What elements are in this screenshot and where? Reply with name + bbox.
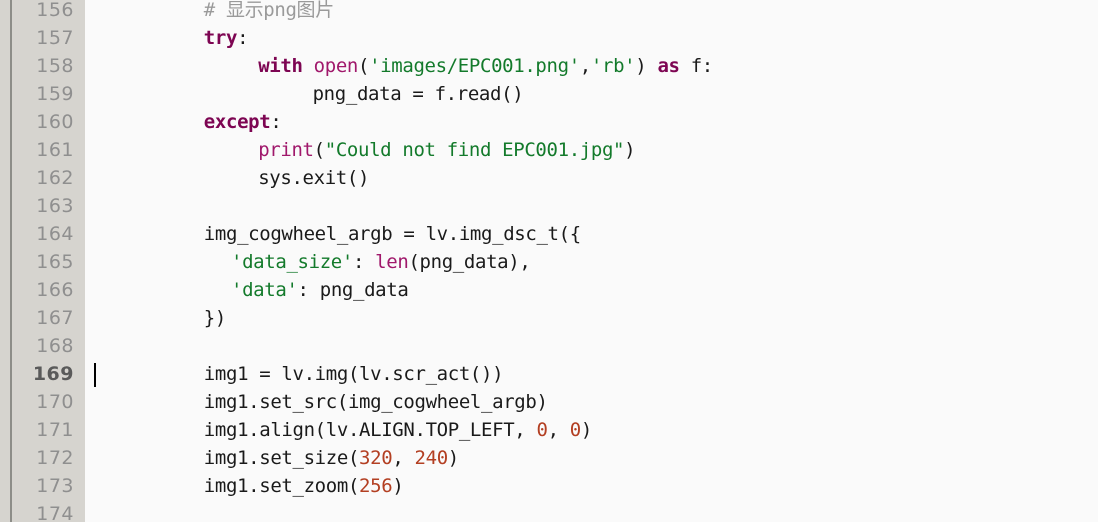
code-line-text[interactable]: img1.set_src(img_cogwheel_argb) [204, 388, 548, 416]
token-fn: open [313, 55, 359, 77]
code-line-text[interactable]: # 显示png图片 [204, 0, 334, 24]
code-editor[interactable]: 156 # 显示png图片 157 try: 158 with open('images/… [0, 0, 1098, 522]
token-plain: img1.align(lv.ALIGN.TOP_LEFT, [203, 419, 537, 441]
token-str: 'data_size' [231, 251, 353, 273]
code-line-text[interactable]: try: [203, 24, 249, 52]
token-plain: ) [580, 419, 592, 441]
token-plain: , [392, 447, 415, 469]
token-plain: : png_data [297, 279, 409, 301]
code-line-text[interactable]: 'data': png_data [231, 276, 409, 304]
token-plain: (png_data), [408, 251, 531, 273]
token-plain: f: [679, 55, 714, 77]
token-punct: : [352, 251, 376, 273]
line-number[interactable]: 157 [12, 24, 74, 52]
line-number[interactable]: 160 [12, 108, 74, 136]
token-punct: ) [624, 139, 636, 161]
code-line-text[interactable]: png_data = f.read() [313, 80, 524, 108]
token-num: 0 [569, 419, 581, 441]
token-comment: # 显示png图片 [203, 0, 334, 21]
token-fn: print [258, 139, 314, 161]
token-punct: : [270, 111, 282, 133]
line-number[interactable]: 170 [12, 388, 74, 416]
token-plain: sys.exit() [258, 167, 370, 189]
token-num: 256 [359, 475, 393, 497]
code-line-text[interactable]: sys.exit() [258, 164, 369, 192]
token-fn: len [375, 251, 409, 273]
line-number[interactable]: 156 [12, 0, 74, 24]
line-number[interactable]: 158 [12, 52, 74, 80]
code-line-text[interactable]: img_cogwheel_argb = lv.img_dsc_t({ [204, 220, 581, 248]
text-caret [94, 363, 96, 387]
token-str: "Could not find EPC001.jpg" [324, 139, 625, 161]
token-num: 320 [359, 447, 393, 469]
line-number[interactable]: 174 [12, 500, 74, 522]
line-number[interactable]: 167 [12, 304, 74, 332]
editor-left-margin-strip [0, 0, 10, 522]
line-number[interactable]: 173 [12, 472, 74, 500]
token-kw: as [657, 55, 680, 77]
token-plain: ) [447, 447, 459, 469]
token-str: 'data' [231, 279, 298, 301]
code-line-text[interactable]: img1.set_zoom(256) [204, 472, 404, 500]
token-str: 'images/EPC001.png' [369, 55, 580, 77]
token-plain: img_cogwheel_argb = lv.img_dsc_t({ [203, 223, 581, 245]
line-number[interactable]: 161 [12, 136, 74, 164]
line-number[interactable]: 159 [12, 80, 74, 108]
line-number[interactable]: 169 [12, 360, 74, 388]
token-plain: ) [392, 475, 404, 497]
token-plain: img1.set_zoom( [203, 475, 360, 497]
token-punct: , [579, 55, 591, 77]
line-number[interactable]: 172 [12, 444, 74, 472]
token-punct: ) [635, 55, 647, 77]
token-plain: img1.set_src(img_cogwheel_argb) [203, 391, 548, 413]
token-plain: }) [203, 307, 227, 329]
token-punct: ( [313, 139, 325, 161]
token-punct: ( [358, 55, 370, 77]
code-line-text[interactable]: }) [203, 304, 227, 332]
token-num: 0 [536, 419, 548, 441]
line-number[interactable]: 162 [12, 164, 74, 192]
line-number[interactable]: 171 [12, 416, 74, 444]
token-kw: try [203, 27, 238, 49]
token-plain: png_data = f.read() [312, 83, 524, 105]
token-plain: img1 = lv.img(lv.scr_act()) [203, 363, 504, 385]
code-line-text[interactable]: print("Could not find EPC001.jpg") [258, 136, 635, 164]
token-str: 'rb' [590, 55, 636, 77]
code-line-text[interactable]: except: [204, 108, 282, 136]
line-number[interactable]: 166 [12, 276, 74, 304]
token-punct: : [237, 27, 249, 49]
code-line-text[interactable]: 'data_size': len(png_data), [231, 248, 531, 276]
token-num: 240 [414, 447, 449, 469]
token-kw: except [203, 111, 271, 133]
token-kw: with [258, 55, 303, 77]
line-number[interactable]: 165 [12, 248, 74, 276]
line-number[interactable]: 168 [12, 332, 74, 360]
line-number[interactable]: 164 [12, 220, 74, 248]
line-number[interactable]: 163 [12, 192, 74, 220]
code-line-text[interactable]: img1 = lv.img(lv.scr_act()) [203, 360, 504, 388]
code-line-text[interactable]: with open('images/EPC001.png','rb') as f… [258, 52, 713, 80]
code-line-text[interactable]: img1.align(lv.ALIGN.TOP_LEFT, 0, 0) [204, 416, 592, 444]
code-line-text[interactable]: img1.set_size(320, 240) [204, 444, 459, 472]
token-plain: , [547, 419, 570, 441]
token-plain: img1.set_size( [203, 447, 360, 469]
